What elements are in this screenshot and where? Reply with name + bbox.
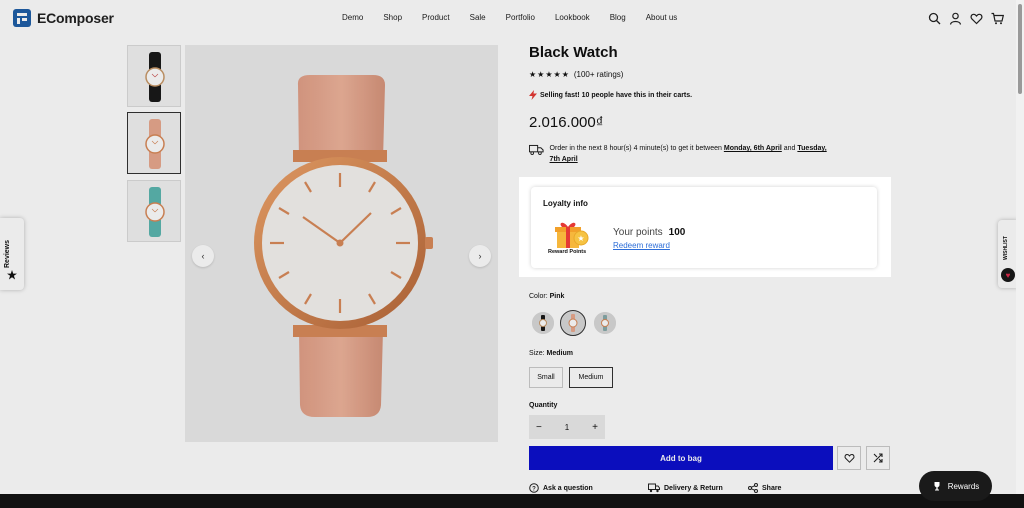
nav-item-shop[interactable]: Shop (383, 13, 402, 22)
delivery-truck-icon (648, 483, 660, 493)
reviews-side-tab[interactable]: Reviews (0, 218, 24, 290)
color-label-text: Color: (529, 293, 548, 300)
site-header: EComposer Demo Shop Product Sale Portfol… (0, 0, 1024, 38)
product-page: EComposer Demo Shop Product Sale Portfol… (0, 0, 1024, 508)
share-link[interactable]: Share (748, 483, 781, 493)
quantity-label: Quantity (529, 402, 558, 409)
color-swatch-teal[interactable] (594, 312, 616, 334)
nav-item-demo[interactable]: Demo (342, 13, 363, 22)
star-icon (7, 270, 17, 280)
truck-icon (529, 144, 544, 156)
rating-stars: ★★★★★ (529, 70, 570, 79)
pink-watch-icon (145, 119, 165, 169)
wishlist-side-tab[interactable]: WISHLIST ♥ (998, 220, 1018, 288)
rewards-launcher-button[interactable]: Rewards (919, 471, 992, 501)
your-points-label: Your points (613, 227, 663, 238)
header-icons (928, 12, 1004, 25)
black-watch-icon (145, 52, 165, 102)
pink-watch-swatch-icon (562, 312, 584, 334)
bottom-bar (0, 494, 1024, 508)
delivery-start-date: Monday, 6th April (723, 145, 782, 152)
color-swatch-pink[interactable] (560, 310, 586, 336)
size-label: Size: Medium (529, 350, 573, 357)
gallery-next-button[interactable]: › (469, 245, 491, 267)
delivery-prefix: Order in the next 8 hour(s) 4 minute(s) … (549, 145, 724, 152)
main-nav: Demo Shop Product Sale Portfolio Lookboo… (342, 13, 697, 22)
gallery-prev-button[interactable]: ‹ (192, 245, 214, 267)
selling-fast-notice: Selling fast! 10 people have this in the… (529, 90, 692, 100)
loyalty-highlight: Loyalty info ★ Reward Points Your points… (519, 177, 891, 277)
brand-name: EComposer (37, 10, 114, 26)
compare-button[interactable] (866, 446, 890, 470)
quantity-stepper: − 1 + (529, 415, 605, 439)
nav-item-lookbook[interactable]: Lookbook (555, 13, 590, 22)
delivery-and: and (781, 145, 798, 152)
size-option-medium[interactable]: Medium (569, 367, 613, 388)
gift-icon: ★ (555, 222, 589, 248)
redeem-reward-link[interactable]: Redeem reward (613, 241, 670, 250)
ask-question-label: Ask a question (543, 484, 593, 492)
compare-icon (873, 453, 883, 463)
svg-text:?: ? (532, 486, 536, 492)
teal-watch-swatch-icon (594, 312, 616, 334)
product-rating[interactable]: ★★★★★ (100+ ratings) (529, 70, 623, 79)
scrollbar-thumb[interactable] (1018, 4, 1022, 94)
reward-points-label: Reward Points (548, 249, 587, 255)
nav-item-blog[interactable]: Blog (610, 13, 626, 22)
your-points: Your points 100 (613, 227, 685, 238)
pink-watch-image (254, 75, 433, 417)
wishlist-tab-label: WISHLIST (1003, 236, 1009, 260)
teal-watch-icon (145, 187, 165, 237)
size-value: Medium (546, 350, 573, 357)
quantity-increase-button[interactable]: + (592, 422, 598, 433)
cart-icon[interactable] (991, 12, 1004, 25)
share-icon (748, 483, 758, 493)
quantity-decrease-button[interactable]: − (536, 422, 542, 433)
color-value: Pink (549, 293, 565, 300)
reviews-tab-label: Reviews (4, 239, 11, 268)
delivery-estimate: Order in the next 8 hour(s) 4 minute(s) … (529, 143, 829, 165)
loyalty-card: Loyalty info ★ Reward Points Your points… (531, 187, 877, 268)
trophy-icon (934, 482, 940, 491)
svg-text:★: ★ (577, 234, 584, 243)
page-scrollbar[interactable] (1016, 0, 1024, 508)
wishlist-button[interactable] (837, 446, 861, 470)
heart-icon[interactable] (970, 12, 983, 25)
thumbnail-black-watch[interactable] (127, 45, 181, 107)
size-option-small[interactable]: Small (529, 367, 563, 388)
product-title: Black Watch (529, 44, 618, 61)
delivery-text: Order in the next 8 hour(s) 4 minute(s) … (550, 143, 829, 165)
share-label: Share (762, 484, 782, 492)
heart-outline-icon (844, 453, 854, 463)
add-to-bag-button[interactable]: Add to bag (529, 446, 833, 470)
quantity-value[interactable]: 1 (565, 423, 569, 432)
nav-item-sale[interactable]: Sale (470, 13, 486, 22)
thumbnail-teal-watch[interactable] (127, 180, 181, 242)
logo-icon (13, 9, 31, 27)
selling-fast-text: Selling fast! 10 people have this in the… (540, 91, 693, 99)
wishlist-heart-icon: ♥ (1001, 268, 1015, 282)
size-label-text: Size: (529, 350, 545, 357)
thumbnail-pink-watch[interactable] (127, 112, 181, 174)
rewards-label: Rewards (947, 481, 980, 491)
nav-item-about[interactable]: About us (646, 13, 678, 22)
logo[interactable]: EComposer (13, 9, 114, 27)
loyalty-title: Loyalty info (543, 199, 588, 208)
search-icon[interactable] (928, 12, 941, 25)
main-product-image[interactable] (185, 45, 498, 442)
user-icon[interactable] (949, 12, 962, 25)
question-icon: ? (529, 483, 539, 493)
ratings-count: (100+ ratings) (573, 70, 624, 79)
color-label: Color: Pink (529, 293, 564, 300)
lightning-icon (529, 90, 537, 100)
black-watch-swatch-icon (532, 312, 554, 334)
product-price: 2.016.000₫ (529, 114, 604, 131)
color-swatch-black[interactable] (532, 312, 554, 334)
delivery-return-link[interactable]: Delivery & Return (648, 483, 723, 493)
points-value: 100 (668, 227, 686, 238)
delivery-return-label: Delivery & Return (664, 484, 723, 492)
nav-item-product[interactable]: Product (422, 13, 450, 22)
nav-item-portfolio[interactable]: Portfolio (506, 13, 535, 22)
ask-question-link[interactable]: ? Ask a question (529, 483, 593, 493)
